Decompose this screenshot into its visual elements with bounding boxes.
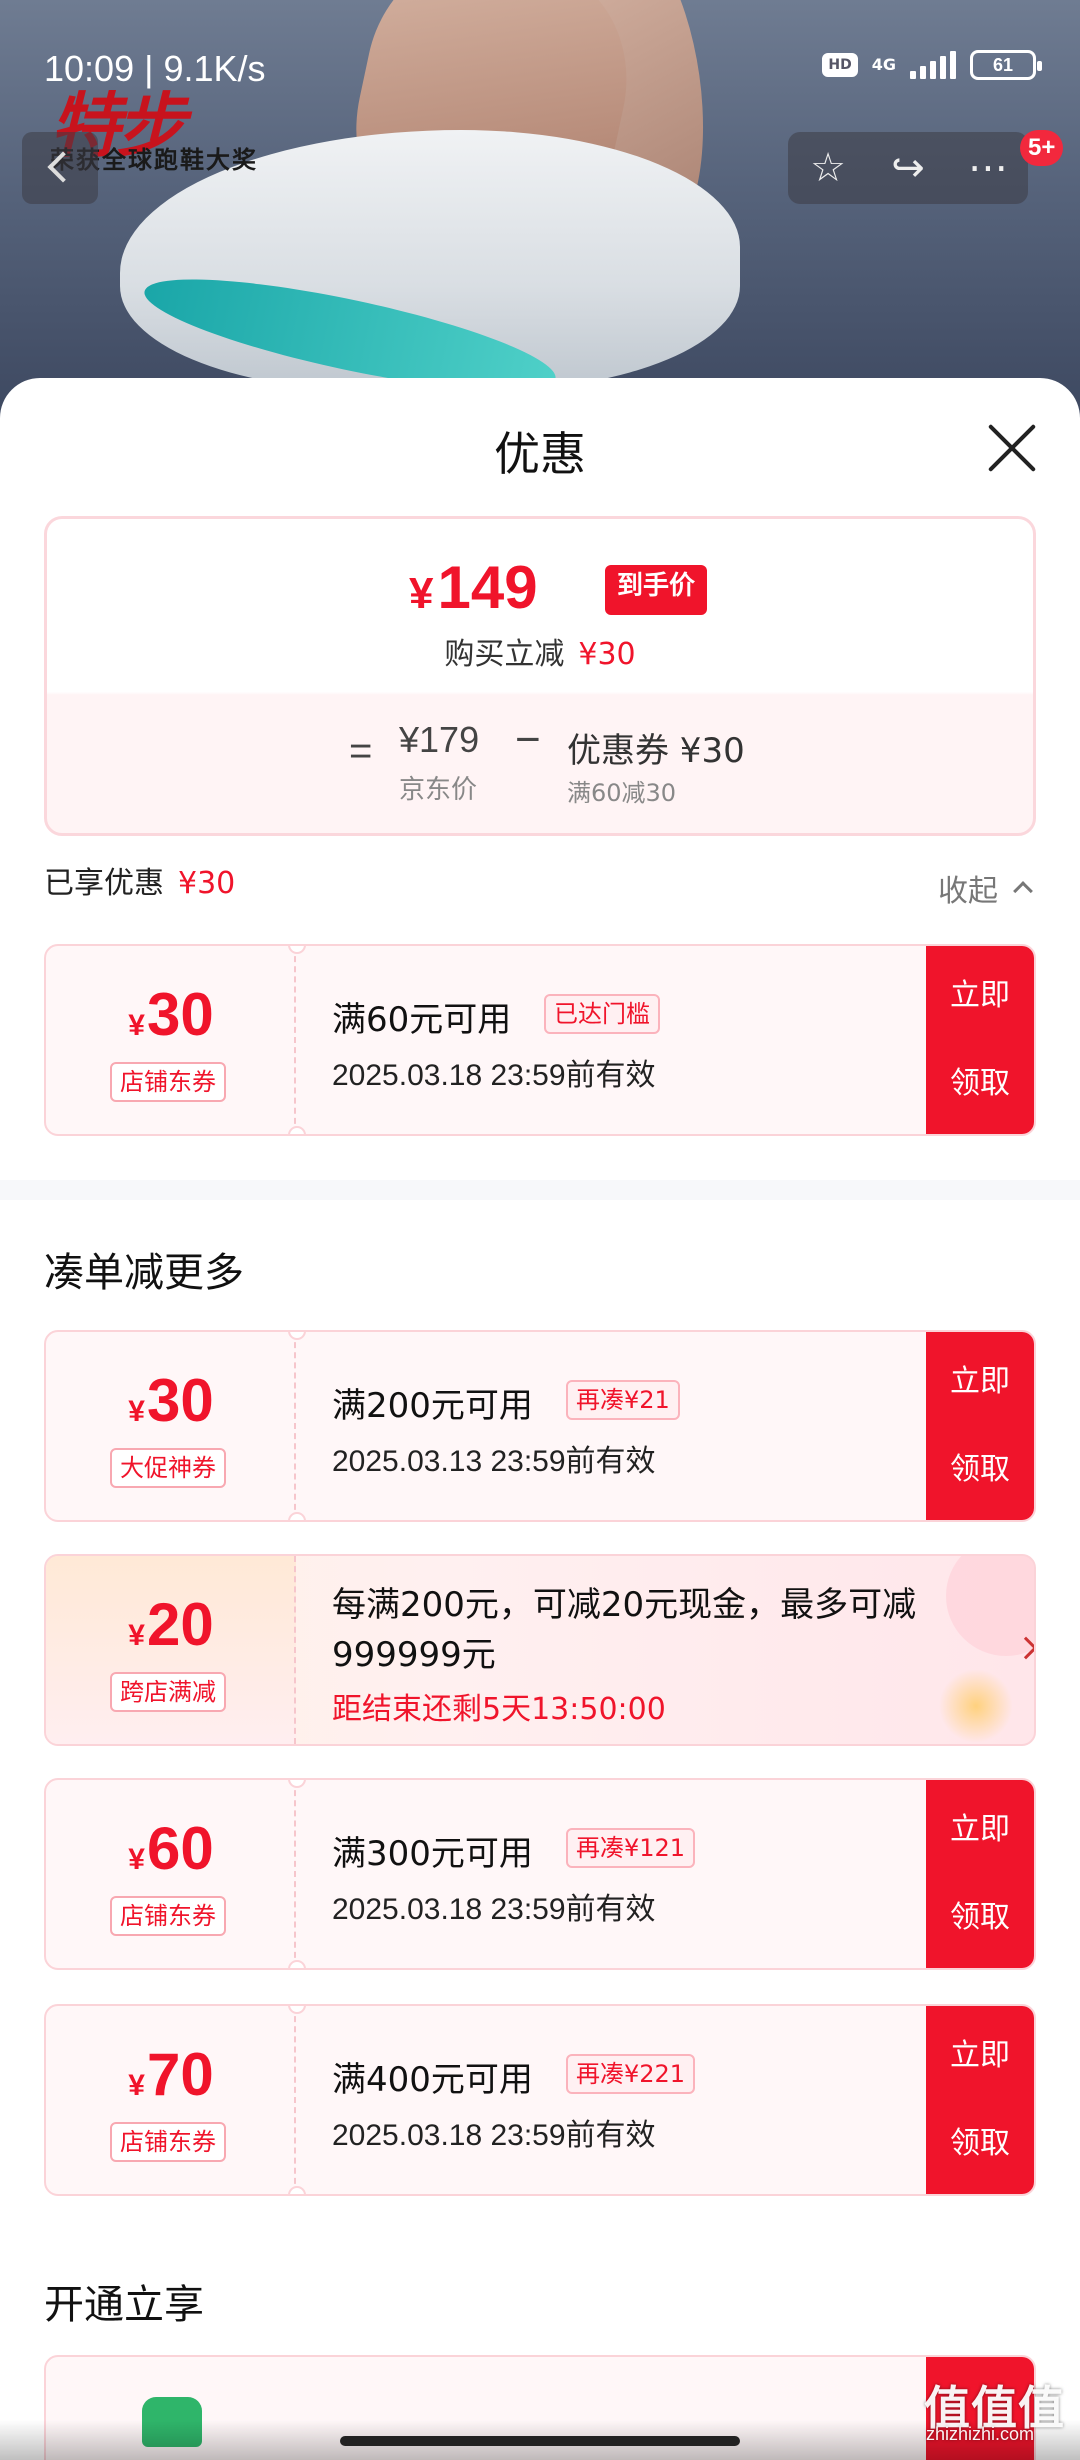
star-icon[interactable]: ☆	[798, 132, 858, 204]
jd-price-label: 京东价	[399, 775, 478, 805]
promo-type-badge: 跨店满减	[110, 1672, 226, 1712]
jd-price: ¥179	[399, 719, 480, 760]
close-icon[interactable]	[984, 420, 1040, 476]
status-bar: 10:09 | 9.1K/s HD 4G 61	[0, 0, 1080, 140]
equals-sign: =	[349, 729, 373, 773]
signal-icon	[910, 51, 956, 79]
section-title-more-savings: 凑单减更多	[44, 1250, 244, 1296]
coupon-card: ¥30 大促神券 满200元可用 再凑¥21 2025.03.13 23:59前…	[44, 1330, 1036, 1522]
threshold-reached-chip: 已达门槛	[544, 994, 660, 1034]
final-price-value: 149	[437, 554, 538, 621]
coupon-type-badge: 大促神券	[110, 1448, 226, 1488]
home-indicator[interactable]	[340, 2436, 740, 2446]
status-right-cluster: HD 4G 61	[822, 50, 1042, 80]
coupon-value-area: ¥70 店铺东券	[46, 2006, 296, 2194]
coupon-value-area: ¥20 跨店满减	[46, 1556, 296, 1744]
instant-discount-label: 购买立减	[444, 637, 565, 672]
currency-symbol: ¥	[409, 569, 434, 618]
instant-discount-line: 购买立减 ¥30	[47, 629, 1033, 673]
minus-sign: −	[515, 715, 541, 764]
sheet-title: 优惠	[494, 427, 586, 481]
more-icon[interactable]: ⋯	[958, 132, 1018, 204]
coupon-condition: 满400元可用	[332, 2060, 533, 2100]
coupon-deduction: 优惠券 ¥30	[567, 731, 745, 771]
coupon-amount: ¥70	[128, 2041, 214, 2108]
coupon-validity: 2025.03.13 23:59前有效	[332, 1445, 656, 1478]
top-action-bar: ☆ ↪ ⋯	[788, 132, 1028, 204]
section-title-open-benefits: 开通立享	[44, 2282, 204, 2328]
enjoyed-discount-amount: ¥30	[178, 866, 236, 901]
claim-coupon-button[interactable]: 立即 领取	[926, 1332, 1034, 1520]
chevron-up-icon[interactable]	[1013, 881, 1033, 901]
collapse-button[interactable]: 收起	[938, 866, 998, 910]
coupon-value-area: ¥30 大促神券	[46, 1332, 296, 1520]
claim-coupon-button[interactable]: 立即 领取	[926, 1780, 1034, 1968]
section-divider	[0, 1180, 1080, 1200]
coupon-validity: 2025.03.18 23:59前有效	[332, 1059, 656, 1092]
coupon-amount: ¥60	[128, 1815, 214, 1882]
coupon-condition: 满300元可用	[332, 1834, 533, 1874]
coupon-card: ¥30 店铺东券 满60元可用 已达门槛 2025.03.18 23:59前有效…	[44, 944, 1036, 1136]
share-icon[interactable]: ↪	[878, 132, 938, 204]
final-price: ¥149	[409, 553, 538, 622]
battery-icon: 61	[970, 50, 1042, 80]
coupon-amount: ¥30	[128, 981, 214, 1048]
network-type: 4G	[871, 55, 896, 74]
watermark-url: zhizhizhi.com	[926, 2424, 1035, 2444]
hd-icon: HD	[822, 53, 858, 77]
top-up-needed-chip: 再凑¥221	[566, 2054, 696, 2094]
message-badge: 5+	[1020, 130, 1064, 166]
coupon-deduction-condition: 满60减30	[567, 779, 677, 807]
coupon-card: ¥70 店铺东券 满400元可用 再凑¥221 2025.03.18 23:59…	[44, 2004, 1036, 2196]
coupon-type-badge: 店铺东券	[110, 1896, 226, 1936]
cross-store-promo-card[interactable]: ¥20 跨店满减 每满200元，可减20元现金，最多可减999999元 距结束还…	[44, 1554, 1036, 1746]
instant-discount-amount: ¥30	[578, 637, 636, 672]
coupon-validity: 2025.03.18 23:59前有效	[332, 1893, 656, 1926]
discount-sheet: 优惠 ¥149 到手价 购买立减 ¥30 = ¥179 京东价 − 优惠券 ¥30…	[0, 378, 1080, 2460]
coupon-value-area: ¥60 店铺东券	[46, 1780, 296, 1968]
promo-description: 每满200元，可减20元现金，最多可减999999元	[332, 1585, 917, 1675]
coupon-type-badge: 店铺东券	[110, 1062, 226, 1102]
final-price-tag: 到手价	[605, 565, 708, 615]
enjoyed-discount-label: 已享优惠	[44, 866, 164, 901]
top-up-needed-chip: 再凑¥121	[566, 1828, 696, 1868]
enjoyed-discount: 已享优惠 ¥30	[44, 858, 235, 902]
status-time: 10:09 | 9.1K/s	[44, 48, 266, 89]
coupon-amount: ¥30	[128, 1367, 214, 1434]
claim-coupon-button[interactable]: 立即 领取	[926, 2006, 1034, 2194]
coupon-condition: 满60元可用	[332, 1000, 512, 1040]
coupon-card: ¥60 店铺东券 满300元可用 再凑¥121 2025.03.18 23:59…	[44, 1778, 1036, 1970]
promo-amount: ¥20	[128, 1591, 214, 1658]
promo-countdown: 距结束还剩5天13:50:00	[332, 1692, 666, 1727]
coupon-condition: 满200元可用	[332, 1386, 533, 1426]
top-up-needed-chip: 再凑¥21	[566, 1380, 680, 1420]
back-button[interactable]	[22, 132, 98, 204]
price-breakdown-card: ¥149 到手价 购买立减 ¥30 = ¥179 京东价 − 优惠券 ¥30 满6…	[44, 516, 1036, 836]
coupon-value-area: ¥30 店铺东券	[46, 946, 296, 1134]
coupon-validity: 2025.03.18 23:59前有效	[332, 2119, 656, 2152]
coupon-type-badge: 店铺东券	[110, 2122, 226, 2162]
claim-coupon-button[interactable]: 立即 领取	[926, 946, 1034, 1134]
